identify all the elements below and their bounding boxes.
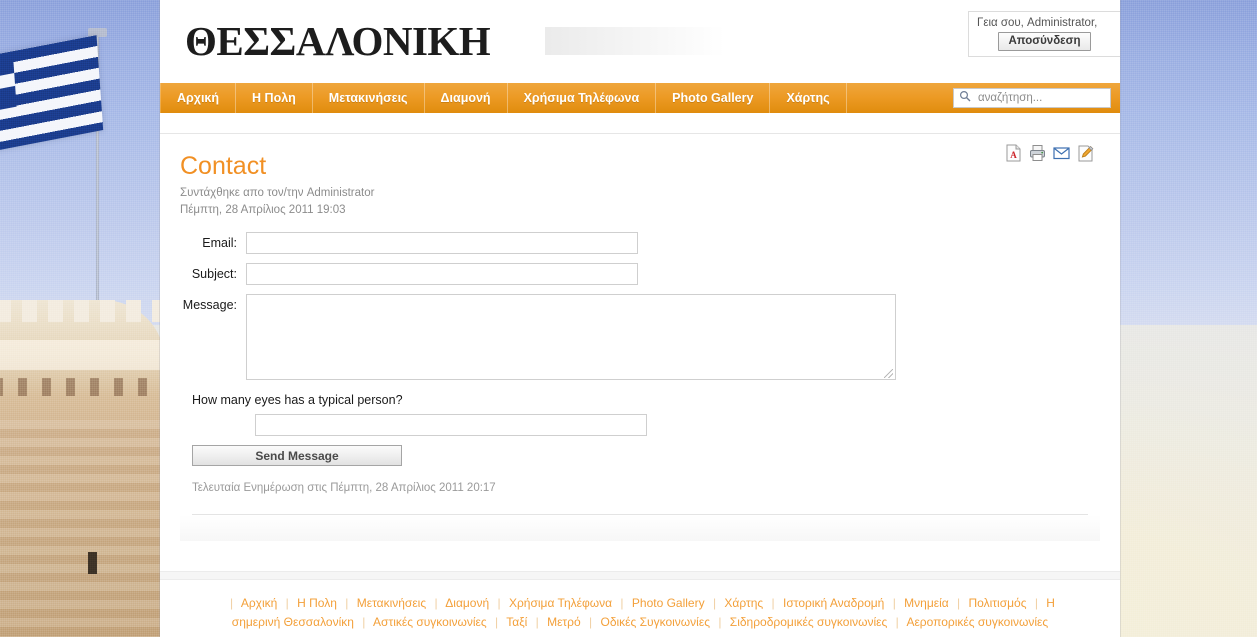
footer-link-xartis[interactable]: Χάρτης [724,596,763,610]
footer-link-politismos[interactable]: Πολιτισμός [969,596,1027,610]
footer-link-mnimeia[interactable]: Μνημεία [904,596,949,610]
footer-link-diamoni[interactable]: Διαμονή [445,596,489,610]
footer-link-metakiniseis[interactable]: Μετακινήσεις [357,596,426,610]
main-navigation: Αρχική Η Πολη Μετακινήσεις Διαμονή Χρήσι… [160,83,1120,113]
email-field[interactable] [246,232,638,254]
user-greeting: Γεια σου, Administrator, [977,17,1098,29]
nav-item-i-poli[interactable]: Η Πολη [236,83,313,113]
footer-link-taxi[interactable]: Ταξί [506,615,527,629]
footer-separator: | [230,596,234,610]
site-header: ΘΕΣΣΑΛΟΝΙΚΗ Γεια σου, Administrator, Απο… [160,0,1120,83]
search-area [947,83,1120,113]
contact-form: Email: Subject: Message: How many eyes h… [180,232,1100,466]
footer-separator: | [434,596,438,610]
nav-underline [160,113,1120,134]
nav-item-diamoni[interactable]: Διαμονή [425,83,508,113]
footer-separator: | [895,615,899,629]
footer-spacer [160,541,1120,571]
footer-separator: | [345,596,349,610]
article-actions: A [1005,144,1094,162]
footer-separator: | [495,615,499,629]
logo-shadow [545,27,725,55]
footer-link-arxiki[interactable]: Αρχική [241,596,277,610]
site-footer: | Αρχική | Η Πολη | Μετακινήσεις | Διαμο… [160,580,1120,632]
nav-item-xrisima-tilefona[interactable]: Χρήσιμα Τηλέφωνα [508,83,657,113]
email-label: Email: [202,236,237,250]
footer-separator: | [362,615,366,629]
subject-row: Subject: [180,263,1100,285]
article-pubdate: Πέμπτη, 28 Απρίλιος 2011 19:03 [180,204,346,216]
search-icon [959,89,971,107]
footer-link-photo-gallery[interactable]: Photo Gallery [632,596,705,610]
site-logo[interactable]: ΘΕΣΣΑΛΟΝΙΚΗ [185,17,491,65]
captcha-question: How many eyes has a typical person? [192,393,403,407]
resize-handle-icon[interactable] [884,369,893,378]
captcha-row [255,414,1100,436]
nav-item-metakiniseis[interactable]: Μετακινήσεις [313,83,425,113]
subject-label: Subject: [191,267,237,281]
message-field[interactable] [246,294,896,380]
nav-item-arxiki[interactable]: Αρχική [160,83,237,113]
subject-field[interactable] [246,263,638,285]
svg-text:A: A [1010,150,1017,160]
footer-link-sidirodromikes-sygkoinonies[interactable]: Σιδηροδρομικές συγκοινωνίες [730,615,888,629]
footer-link-i-simerini-thessaloniki-part1[interactable]: Η [1046,596,1055,610]
footer-separator: | [535,615,539,629]
footer-separator: | [771,596,775,610]
article-byline: Συντάχθηκε απο τον/την Administrator [180,187,375,199]
footer-link-i-simerini-thessaloniki-part2[interactable]: σημερινή Θεσσαλονίκη [232,615,354,629]
footer-top-divider [160,571,1120,580]
print-icon[interactable] [1029,144,1046,162]
page-container: ΘΕΣΣΑΛΟΝΙΚΗ Γεια σου, Administrator, Απο… [160,0,1120,637]
footer-link-i-poli[interactable]: Η Πολη [297,596,337,610]
footer-separator: | [718,615,722,629]
edit-icon[interactable] [1077,144,1094,162]
last-updated: Τελευταία Ενημέρωση στις Πέμπτη, 28 Απρί… [192,482,496,494]
pdf-icon[interactable]: A [1005,144,1022,162]
footer-links-row-2: σημερινή Θεσσαλονίκη | Αστικές συγκοινων… [170,613,1110,632]
search-input[interactable] [976,91,1105,105]
user-box: Γεια σου, Administrator, Αποσύνδεση [968,11,1120,57]
search-box[interactable] [953,88,1111,108]
article-divider [192,514,1088,515]
footer-separator: | [589,615,593,629]
message-label: Message: [182,298,237,312]
footer-separator: | [712,596,717,610]
footer-separator: | [285,596,289,610]
logout-button[interactable]: Αποσύνδεση [998,32,1091,51]
content-area: A Contact Συντάχθηκε απο τον/την Adminis… [160,134,1120,541]
footer-separator: | [620,596,624,610]
email-row: Email: [180,232,1100,254]
article: A Contact Συντάχθηκε απο τον/την Adminis… [180,134,1100,515]
send-message-button[interactable]: Send Message [192,445,402,466]
content-fade [180,515,1100,541]
nav-item-xartis[interactable]: Χάρτης [770,83,847,113]
footer-separator: | [957,596,961,610]
footer-link-astikes-sygkoinonies[interactable]: Αστικές συγκοινωνίες [373,615,487,629]
message-row: Message: [180,294,1100,380]
captcha-field[interactable] [255,414,647,436]
footer-link-odikes-sygkoinonies[interactable]: Οδικές Συγκοινωνίες [600,615,710,629]
footer-link-aeroporikes-sygkoinonies[interactable]: Αεροπορικές συγκοινωνίες [906,615,1048,629]
nav-item-photo-gallery[interactable]: Photo Gallery [656,83,771,113]
footer-link-xrisima-tilefona[interactable]: Χρήσιμα Τηλέφωνα [509,596,612,610]
footer-separator: | [892,596,896,610]
footer-links-row-1: | Αρχική | Η Πολη | Μετακινήσεις | Διαμο… [170,594,1110,613]
footer-link-metro[interactable]: Μετρό [547,615,581,629]
email-icon[interactable] [1053,144,1070,162]
page-title: Contact [180,152,267,180]
footer-link-istoriki-anadromi[interactable]: Ιστορική Αναδρομή [783,596,884,610]
footer-separator: | [1034,596,1038,610]
footer-separator: | [497,596,501,610]
